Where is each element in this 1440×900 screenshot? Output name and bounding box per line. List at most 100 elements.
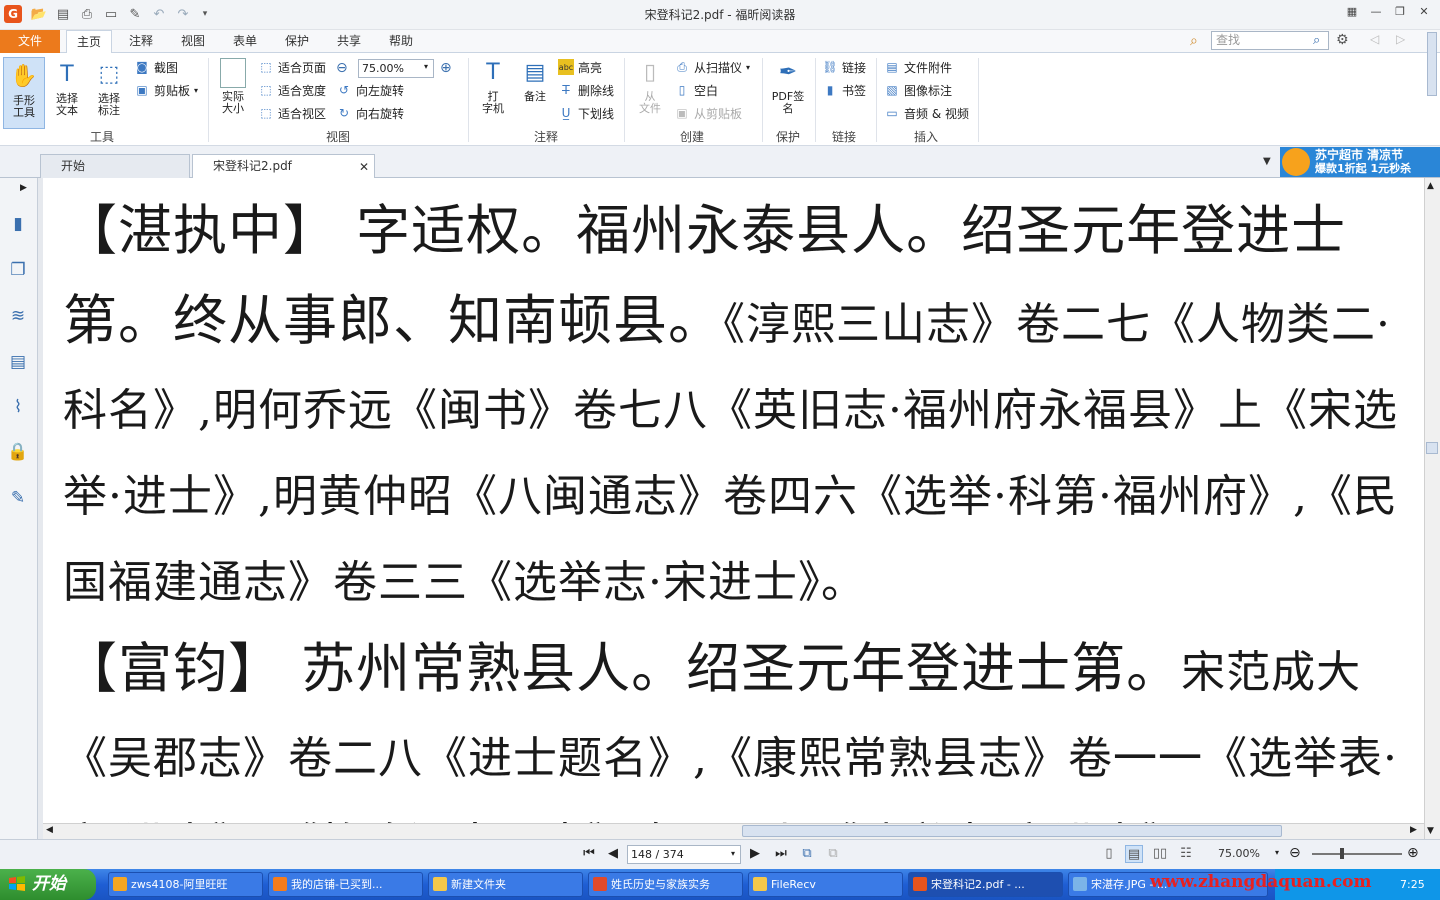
minimize-icon[interactable]: — [1366,5,1386,21]
taskbar-button[interactable]: 新建文件夹 [428,872,583,897]
next-result-icon[interactable]: ▷ [1396,32,1405,46]
restore-icon[interactable]: ❐ [1390,5,1410,21]
status-zoom[interactable]: 75.00% [1218,847,1260,860]
find-icon[interactable]: ⌕ [1190,33,1198,49]
single-page-icon[interactable]: ▯ [1100,845,1118,863]
tab-help[interactable]: 帮助 [380,30,422,53]
page-dropdown-icon[interactable]: ▾ [731,849,735,858]
fit-width-button[interactable]: ⬚ 适合宽度 [258,80,326,100]
rotate-left-button[interactable]: ↺ 向左旋转 [336,80,404,100]
save-icon[interactable]: ▤ [54,5,72,23]
from-file-button[interactable]: ▯ 从 文件 [630,58,670,115]
select-text-button[interactable]: T 选择 文本 [48,60,86,117]
next-view-icon[interactable]: ⧉ [824,845,842,863]
open-icon[interactable]: 📂 [30,5,48,23]
note-button[interactable]: ▤ 备注 [516,58,554,103]
close-icon[interactable]: ✕ [1414,5,1434,21]
attachments-panel-icon[interactable]: ⌇ [6,395,30,419]
prev-result-icon[interactable]: ◁ [1370,32,1379,46]
page-number-input[interactable]: 148 / 374 [627,845,741,864]
app-logo-icon[interactable]: G [4,5,22,23]
vertical-scroll-thumb[interactable] [1426,442,1438,454]
pages-panel-icon[interactable]: ❐ [6,258,30,282]
screenshot-button[interactable]: ◙ 截图 [134,57,178,77]
status-zoom-in-icon[interactable]: ⊕ [1407,845,1419,861]
zoom-dropdown-icon[interactable]: ▾ [424,62,428,71]
continuous-facing-icon[interactable]: ☷ [1177,845,1195,863]
layers-panel-icon[interactable]: ≋ [6,304,30,328]
expand-panel-icon[interactable]: ▶ [20,183,27,193]
zoom-menu-icon[interactable]: ▾ [1275,848,1279,857]
highlight-button[interactable]: abc 高亮 [558,57,602,77]
last-page-icon[interactable]: ⏭ [772,845,790,863]
from-clipboard-button[interactable]: ▣ 从剪贴板 [674,103,742,123]
bookmark-button[interactable]: ▮ 书签 [822,80,866,100]
security-panel-icon[interactable]: 🔒 [6,440,30,464]
rotate-right-button[interactable]: ↻ 向右旋转 [336,103,404,123]
tab-home[interactable]: 主页 [66,30,112,54]
blank-button[interactable]: ▯ 空白 [674,80,718,100]
tab-start[interactable]: 开始 [40,154,190,178]
undo-icon[interactable]: ↶ [150,5,168,23]
scroll-down-icon[interactable]: ▼ [1427,826,1434,836]
print-icon[interactable]: ⎙ [78,5,96,23]
comments-panel-icon[interactable]: ▤ [6,350,30,374]
audio-video-button[interactable]: ▭ 音频 & 视频 [884,103,969,123]
tab-share[interactable]: 共享 [328,30,370,53]
image-annotation-button[interactable]: ▧ 图像标注 [884,80,952,100]
horizontal-scroll-thumb[interactable] [742,825,1282,837]
layout-icon[interactable]: ▦ [1342,5,1362,21]
clock[interactable]: 7:25 [1400,878,1425,891]
bookmarks-panel-icon[interactable]: ▮ [6,212,30,236]
file-menu[interactable]: 文件 [0,30,60,53]
taskbar-button[interactable]: 我的店铺-已买到... [268,872,423,897]
file-attachment-button[interactable]: ▤ 文件附件 [884,57,952,77]
tab-view[interactable]: 视图 [172,30,214,53]
tab-comment[interactable]: 注释 [120,30,162,53]
prev-page-icon[interactable]: ◀ [604,845,622,863]
redo-icon[interactable]: ↷ [174,5,192,23]
link-button[interactable]: ⛓ 链接 [822,57,866,77]
status-zoom-out-icon[interactable]: ⊖ [1289,845,1301,861]
first-page-icon[interactable]: ⏮ [580,845,598,863]
zoom-input[interactable]: 75.00% [358,59,434,78]
continuous-page-icon[interactable]: ▤ [1125,845,1143,863]
tab-protect[interactable]: 保护 [276,30,318,53]
taskbar-button[interactable]: 宋登科记2.pdf - ... [908,872,1063,897]
scroll-right-icon[interactable]: ▶ [1410,825,1417,835]
zoom-in-icon[interactable]: ⊕ [440,60,452,76]
underline-button[interactable]: U̲ 下划线 [558,103,614,123]
tab-document[interactable]: 宋登科记2.pdf [192,154,375,178]
typewriter-button[interactable]: T 打 字机 [474,58,512,115]
taskbar-button[interactable]: FileRecv [748,872,903,897]
zoom-slider-thumb[interactable] [1340,848,1344,859]
previous-view-icon[interactable]: ⧉ [798,845,816,863]
facing-page-icon[interactable]: ▯▯ [1151,845,1169,863]
scroll-up-icon[interactable]: ▲ [1427,181,1434,191]
tab-list-icon[interactable]: ▼ [1263,156,1271,167]
pdf-sign-button[interactable]: ✒ PDF签 名 [766,58,810,115]
fit-page-button[interactable]: ⬚ 适合页面 [258,57,326,77]
tab-form[interactable]: 表单 [224,30,266,53]
strikeout-button[interactable]: T̶ 删除线 [558,80,614,100]
customize-icon[interactable]: ▾ [196,5,214,23]
new-icon[interactable]: ✎ [126,5,144,23]
signatures-panel-icon[interactable]: ✎ [6,486,30,510]
taskbar-button[interactable]: 姓氏历史与家族实务 [588,872,743,897]
scroll-left-icon[interactable]: ◀ [46,825,53,835]
clipboard-button[interactable]: ▣ 剪贴板 ▾ [134,80,198,100]
fit-visible-button[interactable]: ⬚ 适合视区 [258,103,326,123]
from-scanner-button[interactable]: ⎙ 从扫描仪 ▾ [674,57,750,77]
taskbar-button[interactable]: zws4108-阿里旺旺 [108,872,263,897]
next-page-icon[interactable]: ▶ [746,845,764,863]
properties-icon[interactable]: ▭ [102,5,120,23]
actual-size-button[interactable]: 实际 大小 [214,58,252,115]
select-annotation-button[interactable]: ⬚ 选择 标注 [90,60,128,117]
close-tab-icon[interactable]: ✕ [359,160,369,174]
hand-tool-button[interactable]: ✋ 手形 工具 [3,57,45,129]
zoom-out-icon[interactable]: ⊖ [336,60,348,76]
ribbon-scrollbar[interactable] [1427,32,1437,96]
document-view[interactable]: 【湛执中】 字适权。福州永泰县人。绍圣元年登进士第。终从事郎、知南顿县。《淳熙三… [43,178,1424,823]
search-icon[interactable]: ⌕ [1313,33,1320,48]
settings-icon[interactable]: ⚙ [1336,32,1349,48]
